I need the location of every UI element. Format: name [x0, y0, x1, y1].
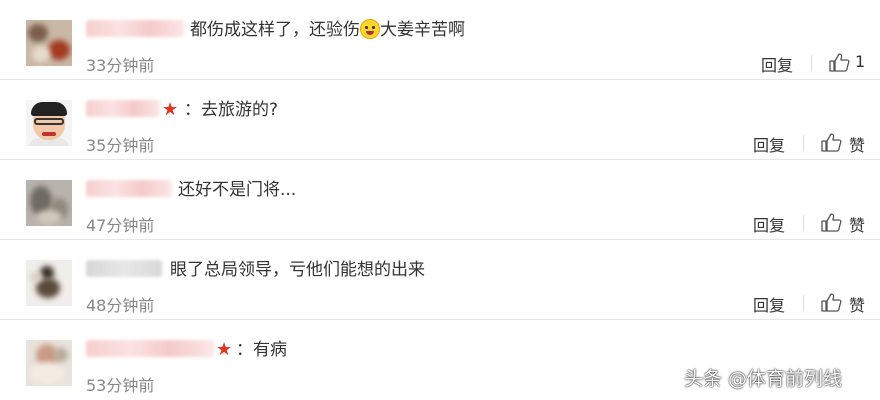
comment-item: ★ ：去旅游的? 35分钟前 回复 赞 [0, 80, 880, 160]
comment-text: 都伤成这样了，还验伤 大姜辛苦啊 [190, 19, 465, 40]
comment-time: 35分钟前 [86, 136, 155, 155]
comment-time: 33分钟前 [86, 56, 155, 75]
comment-text: ：有病 [236, 340, 287, 360]
thumbs-up-icon[interactable] [820, 212, 842, 232]
comment-time: 47分钟前 [86, 216, 155, 235]
divider [803, 215, 804, 231]
comment-item: 都伤成这样了，还验伤 大姜辛苦啊 33分钟前 回复 1 [0, 0, 880, 80]
divider [803, 135, 804, 151]
star-badge-icon: ★ [162, 99, 179, 120]
comment-item: 还好不是门将... 47分钟前 回复 赞 [0, 160, 880, 240]
like-button[interactable]: 赞 [849, 132, 865, 156]
reply-button[interactable]: 回复 [761, 52, 793, 76]
like-count[interactable]: 1 [855, 52, 865, 71]
avatar[interactable] [26, 100, 72, 146]
comment-item: 眼了总局领导，亏他们能想的出来 48分钟前 回复 赞 [0, 240, 880, 320]
thumbs-up-icon[interactable] [828, 52, 850, 72]
comment-time: 48分钟前 [86, 296, 155, 315]
like-button[interactable]: 赞 [849, 292, 865, 316]
avatar[interactable] [26, 260, 72, 306]
username[interactable] [86, 340, 214, 357]
watermark: 头条 @体育前列线 [684, 368, 843, 390]
reply-button[interactable]: 回复 [753, 292, 785, 316]
username[interactable] [86, 180, 172, 197]
avatar[interactable] [26, 20, 72, 66]
like-button[interactable]: 赞 [849, 212, 865, 236]
comment-text: 还好不是门将... [178, 180, 297, 200]
star-badge-icon: ★ [216, 339, 233, 360]
avatar[interactable] [26, 340, 72, 386]
username[interactable] [86, 100, 160, 117]
comment-text: 眼了总局领导，亏他们能想的出来 [170, 260, 425, 280]
thumbs-up-icon[interactable] [820, 292, 842, 312]
username[interactable] [86, 20, 184, 37]
thumbs-up-icon[interactable] [820, 132, 842, 152]
reply-button[interactable]: 回复 [753, 132, 785, 156]
divider [803, 295, 804, 311]
reply-button[interactable]: 回复 [753, 212, 785, 236]
comment-time: 53分钟前 [86, 376, 155, 395]
divider [811, 55, 812, 71]
comment-text: ：去旅游的? [184, 100, 279, 120]
username[interactable] [86, 260, 162, 277]
crying-laughing-emoji-icon [360, 19, 380, 39]
avatar[interactable] [26, 180, 72, 226]
